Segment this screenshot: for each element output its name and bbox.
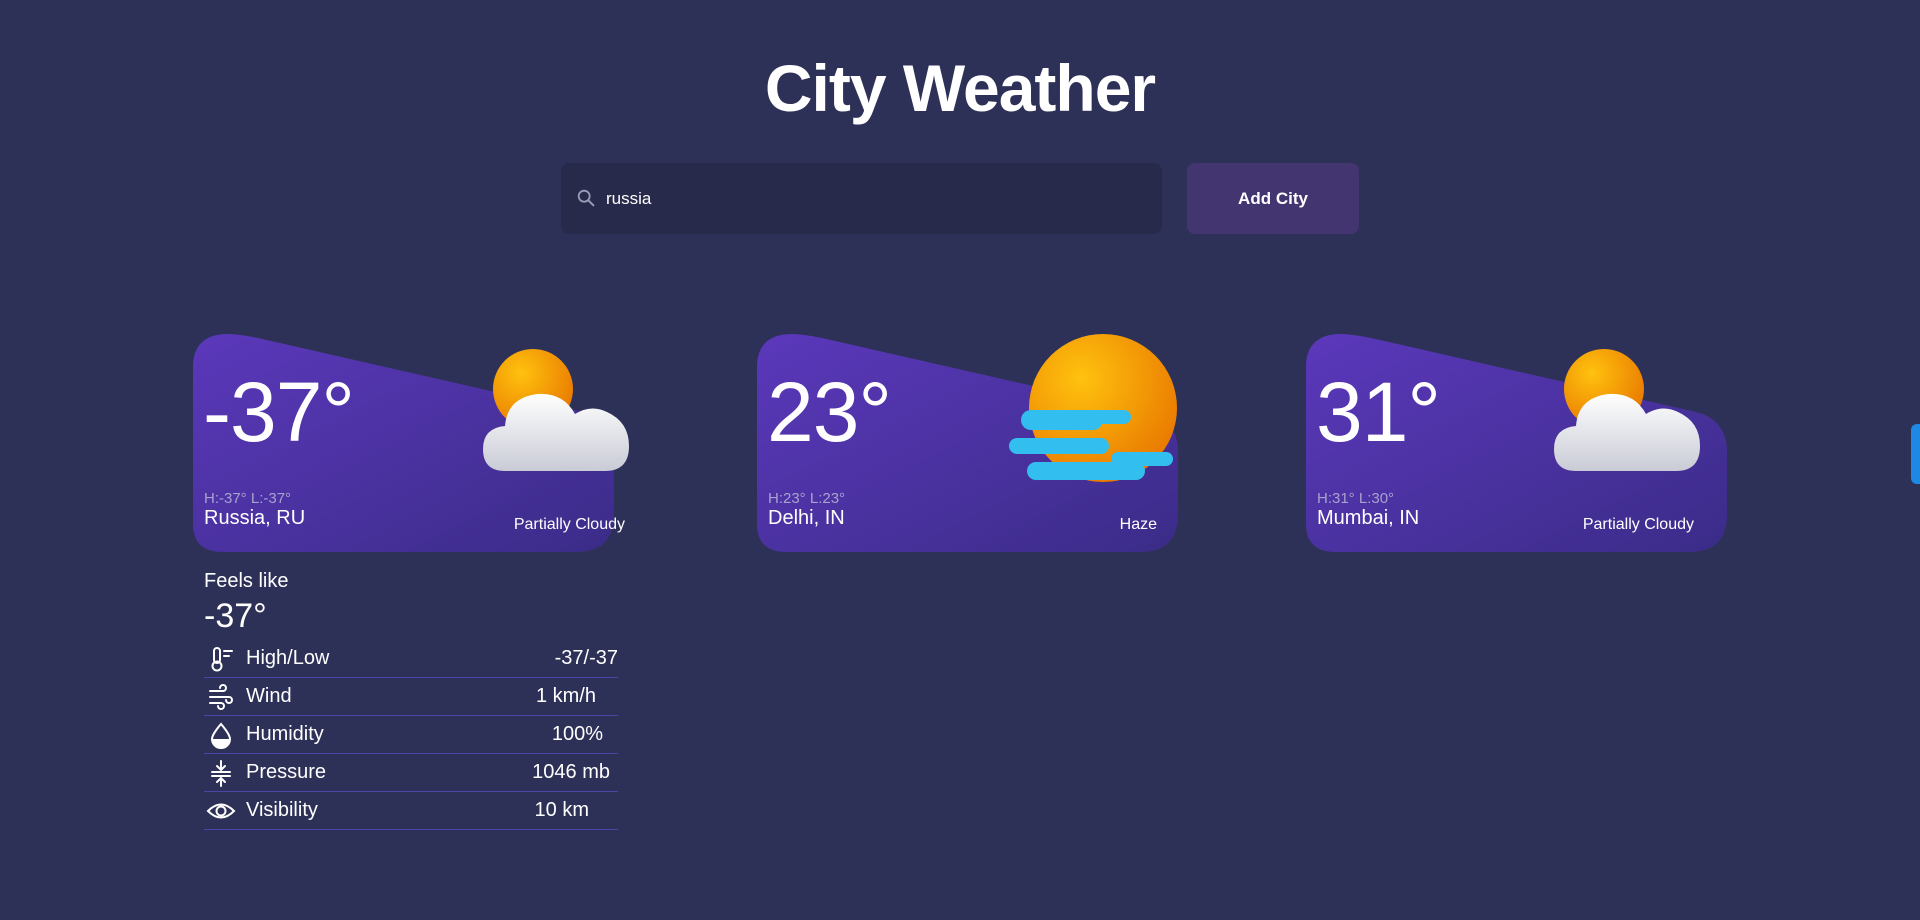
card-city: Mumbai, IN [1317,507,1420,529]
search-icon [577,189,595,207]
card-city: Russia, RU [204,507,306,529]
wind-icon [206,682,236,712]
detail-row-wind: Wind 1 km/h [204,678,618,716]
side-edge-tab[interactable] [1911,424,1920,484]
card-temperature: -37° [203,365,355,459]
card-temperature: 31° [1316,365,1441,459]
card-high-low: H:23° L:23° [768,490,846,507]
detail-row-visibility: Visibility 10 km [204,792,618,830]
humidity-icon [206,720,236,750]
card-condition: Partially Cloudy [1582,516,1694,533]
partly-cloudy-icon [483,349,629,471]
haze-icon [1009,334,1177,482]
weather-card-mumbai[interactable]: 31° H:31° L:30° Mumbai, IN Partially Clo… [1306,334,1730,552]
detail-value: 1046 mb [532,761,610,783]
search-input[interactable] [606,163,1146,234]
detail-row-humidity: Humidity 100% [204,716,618,754]
card-high-low: H:31° L:30° [1317,490,1395,507]
pressure-icon [206,758,236,788]
weather-card-delhi[interactable]: 23° H:23° L:23° Delhi, IN Haze [757,334,1181,552]
detail-row-high-low: High/Low -37/-37 [204,640,618,678]
detail-row-pressure: Pressure 1046 mb [204,754,618,792]
card-condition: Partially Cloudy [513,516,625,533]
card-condition: Haze [1119,516,1157,533]
partly-cloudy-icon [1554,349,1700,471]
add-city-button[interactable]: Add City [1187,163,1359,234]
detail-value: -37/-37 [554,647,618,669]
feels-like-value: -37° [204,597,267,635]
detail-value: 100% [551,723,603,745]
card-temperature: 23° [767,365,892,459]
eye-icon [206,796,236,826]
card-high-low: H:-37° L:-37° [204,490,292,507]
detail-value: 1 km/h [535,685,596,707]
feels-like-label: Feels like [204,570,289,592]
search-box[interactable] [561,163,1162,234]
card-city: Delhi, IN [768,507,845,529]
page-title: City Weather [764,51,1156,125]
details-panel: Feels like -37° High/Low -37/-37 Wind 1 … [204,570,618,830]
weather-card-russia[interactable]: -37° H:-37° L:-37° Russia, RU Partially … [193,334,629,552]
detail-value: 10 km [534,799,589,821]
thermometer-icon [206,644,236,674]
